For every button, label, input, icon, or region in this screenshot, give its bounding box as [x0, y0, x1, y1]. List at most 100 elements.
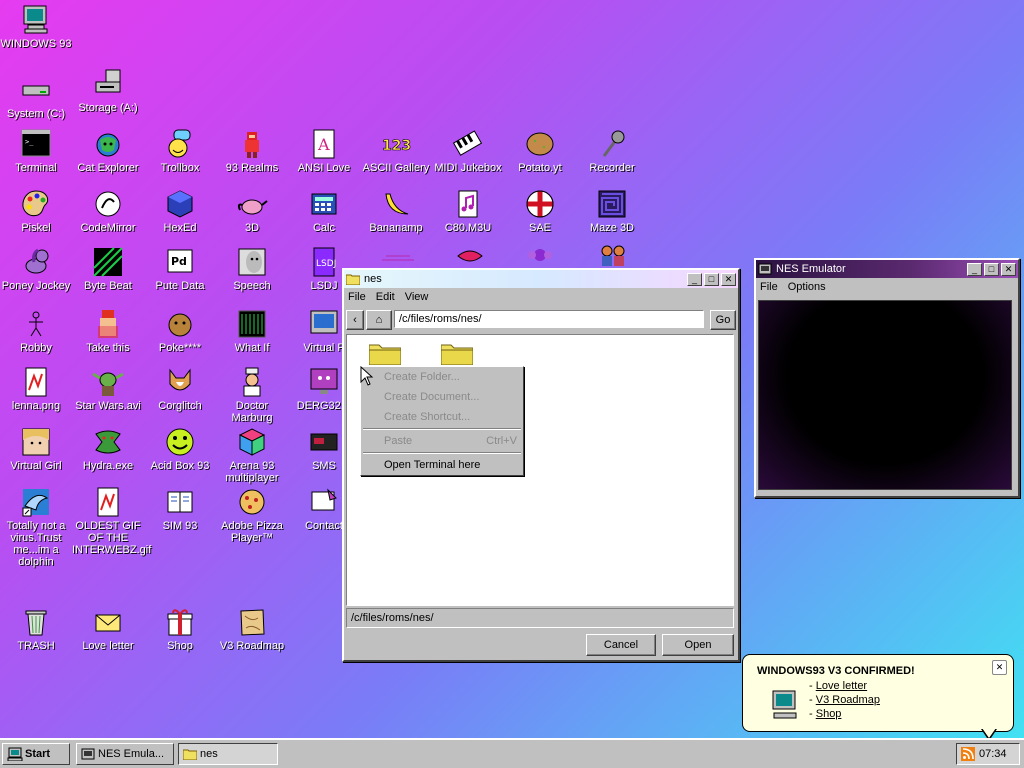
folder-icon[interactable]: [441, 341, 473, 365]
menu-file[interactable]: File: [760, 281, 778, 293]
minimize-button[interactable]: _: [687, 272, 702, 286]
taskbar-item-nes-emulator[interactable]: NES Emula...: [76, 743, 174, 765]
pony-icon: [25, 248, 49, 274]
desktop-icon-take-this[interactable]: Take this: [72, 308, 144, 354]
image-file-icon: [25, 367, 47, 397]
menu-options[interactable]: Options: [788, 281, 826, 293]
desktop-icon-storage-a[interactable]: Storage (A:): [72, 68, 144, 114]
desktop-icon-sae[interactable]: SAE: [504, 188, 576, 234]
link-love-letter[interactable]: Love letter: [816, 680, 867, 692]
desktop-icon-partial[interactable]: [526, 244, 554, 266]
desktop-icon-star-wars[interactable]: Star Wars.avi: [72, 366, 144, 412]
link-v3-roadmap[interactable]: V3 Roadmap: [816, 694, 880, 706]
desktop-icon-ascii-gallery[interactable]: 123 ASCII Gallery: [360, 128, 432, 174]
start-button[interactable]: Start: [2, 743, 70, 765]
hydra-dragon-icon: [95, 430, 121, 454]
desktop-icon-adobe-pizza[interactable]: Adobe Pizza Player™: [216, 486, 288, 544]
desktop-icon-ansi-love[interactable]: A ANSI Love: [288, 128, 360, 174]
menu-item-open-terminal[interactable]: Open Terminal here: [361, 455, 523, 475]
desktop-icon-midi-jukebox[interactable]: MIDI Jukebox: [432, 128, 504, 174]
desktop-icon-pute-data[interactable]: Pd Pute Data: [144, 246, 216, 292]
desktop-icon-trash[interactable]: TRASH: [0, 606, 72, 652]
desktop-icon-hexed[interactable]: HexEd: [144, 188, 216, 234]
pizza-icon: [239, 489, 265, 515]
desktop-icon-maze-3d[interactable]: Maze 3D: [576, 188, 648, 234]
menu-item-create-document[interactable]: Create Document...: [361, 387, 523, 407]
desktop-icon-robby[interactable]: Robby: [0, 308, 72, 354]
desktop-icon-byte-beat[interactable]: Byte Beat: [72, 246, 144, 292]
byte-beat-icon: [93, 247, 123, 277]
desktop-icon-windows93[interactable]: WINDOWS 93: [0, 4, 72, 50]
desktop-icon-arena-93[interactable]: Arena 93 multiplayer: [216, 426, 288, 484]
desktop-icon-recorder[interactable]: Recorder: [576, 128, 648, 174]
path-input[interactable]: [394, 310, 704, 328]
home-button[interactable]: ⌂: [366, 310, 392, 330]
notification-close-button[interactable]: ✕: [992, 660, 1007, 675]
desktop-icon-poney-jockey[interactable]: Poney Jockey: [0, 246, 72, 292]
emulator-screen[interactable]: [758, 300, 1012, 490]
menu-item-label: Create Shortcut...: [384, 411, 471, 423]
desktop-icon-partial[interactable]: [598, 244, 628, 266]
menu-edit[interactable]: Edit: [376, 291, 395, 303]
folder-icon[interactable]: [369, 341, 401, 365]
desktop-icon-codemirror[interactable]: CodeMirror: [72, 188, 144, 234]
desktop-icon-hydra-exe[interactable]: Hydra.exe: [72, 426, 144, 472]
desktop-icon-label: Doctor Marburg: [231, 400, 273, 424]
desktop-icon-dolphin[interactable]: Totally not a virus.Trust me...im a dolp…: [0, 486, 72, 568]
desktop-icon-system-c[interactable]: System (C:): [0, 74, 72, 120]
home-icon: ⌂: [375, 314, 383, 326]
desktop-icon-oldest-gif[interactable]: OLDEST GIF OF THE INTERWEBZ.gif: [72, 486, 151, 556]
desktop-icon-c80-m3u[interactable]: C80.M3U: [432, 188, 504, 234]
microphone-icon: [602, 130, 625, 157]
menu-item-paste[interactable]: Paste Ctrl+V: [361, 431, 523, 451]
drive-icon: [22, 85, 50, 96]
menu-file[interactable]: File: [348, 291, 366, 303]
rss-feed-icon[interactable]: [961, 747, 975, 762]
clock[interactable]: 07:34: [979, 748, 1007, 760]
file-window-titlebar[interactable]: nes _ □ ✕: [344, 270, 738, 288]
desktop-icon-potato-yt[interactable]: Potato.yt: [504, 128, 576, 174]
back-button[interactable]: ‹: [346, 310, 364, 330]
desktop-icon-sim-93[interactable]: SIM 93: [144, 486, 216, 532]
desktop-icon-corglitch[interactable]: Corglitch: [144, 366, 216, 412]
taskbar-item-nes-folder[interactable]: nes: [178, 743, 278, 765]
desktop-icon-label: Love letter: [82, 640, 134, 652]
desktop-icon-speech[interactable]: Speech: [216, 246, 288, 292]
maximize-button[interactable]: □: [704, 272, 719, 286]
desktop-icon-partial[interactable]: [456, 246, 484, 266]
desktop-icon-lenna-png[interactable]: lenna.png: [0, 366, 72, 412]
open-button[interactable]: Open: [662, 634, 734, 656]
desktop-icon-calc[interactable]: Calc: [288, 188, 360, 234]
close-button[interactable]: ✕: [1001, 262, 1016, 276]
desktop-icon-what-if[interactable]: What If: [216, 308, 288, 354]
desktop-icon-doctor-marburg[interactable]: Doctor Marburg: [216, 366, 288, 424]
desktop-icon-poke[interactable]: Poke****: [144, 308, 216, 354]
notification-balloon: WINDOWS93 V3 CONFIRMED! ✕ - Love letter …: [742, 654, 1014, 741]
desktop-icon-v3-roadmap[interactable]: V3 Roadmap: [216, 606, 288, 652]
nes-window-titlebar[interactable]: NES Emulator _ □ ✕: [756, 260, 1018, 278]
desktop-icon-cat-explorer[interactable]: Cat Explorer: [72, 128, 144, 174]
menu-view[interactable]: View: [405, 291, 429, 303]
desktop-icon-virtual-girl[interactable]: Virtual Girl: [0, 426, 72, 472]
desktop-icon-93-realms[interactable]: 93 Realms: [216, 128, 288, 174]
desktop-icon-label: WINDOWS 93: [0, 38, 72, 50]
desktop-icon-3d[interactable]: 3D: [216, 188, 288, 234]
nes-emulator-window[interactable]: NES Emulator _ □ ✕ File Options: [754, 258, 1020, 498]
desktop-icon-shop[interactable]: Shop: [144, 606, 216, 652]
desktop-icon-acid-box-93[interactable]: Acid Box 93: [144, 426, 216, 472]
maximize-button[interactable]: □: [984, 262, 999, 276]
menu-item-create-shortcut[interactable]: Create Shortcut...: [361, 407, 523, 427]
desktop-icon-bananamp[interactable]: Bananamp: [360, 188, 432, 234]
desktop-icon-terminal[interactable]: >_ Terminal: [0, 128, 72, 174]
go-button[interactable]: Go: [710, 310, 736, 330]
minimize-button[interactable]: _: [967, 262, 982, 276]
desktop-icon-love-letter[interactable]: Love letter: [72, 606, 144, 652]
link-shop[interactable]: Shop: [816, 708, 842, 720]
menu-item-create-folder[interactable]: Create Folder...: [361, 367, 523, 387]
close-button[interactable]: ✕: [721, 272, 736, 286]
cancel-button[interactable]: Cancel: [586, 634, 656, 656]
desktop-icon-piskel[interactable]: Piskel: [0, 188, 72, 234]
desktop-icon-partial[interactable]: [380, 250, 416, 264]
desktop-icon-label: Cat Explorer: [77, 162, 139, 174]
desktop-icon-trollbox[interactable]: Trollbox: [144, 128, 216, 174]
